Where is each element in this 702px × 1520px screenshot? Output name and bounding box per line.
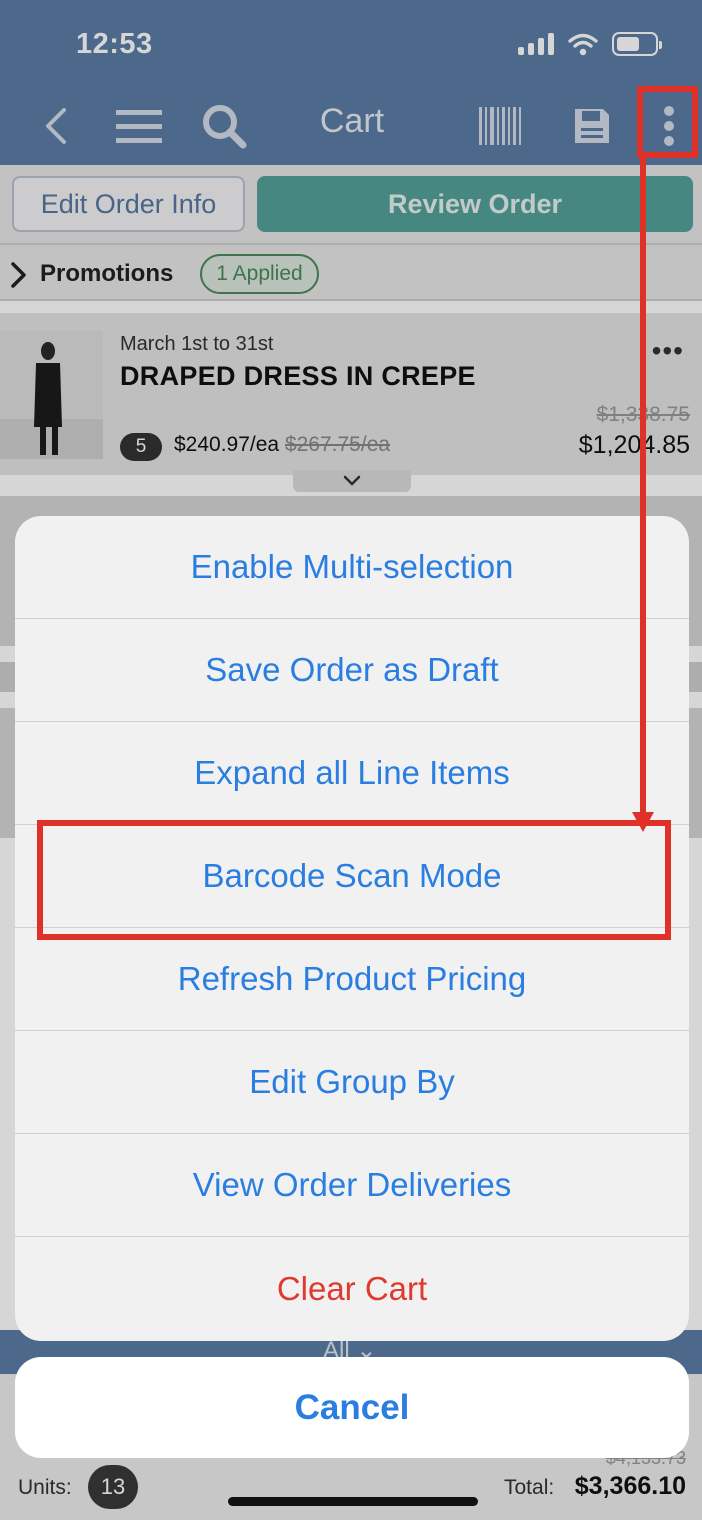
home-indicator [228, 1497, 478, 1506]
highlight-barcode-scan-mode [37, 820, 671, 940]
enable-multi-selection-option[interactable]: Enable Multi-selection [15, 516, 689, 619]
expand-all-line-items-option[interactable]: Expand all Line Items [15, 722, 689, 825]
clear-cart-option[interactable]: Clear Cart [15, 1237, 689, 1341]
cancel-button[interactable]: Cancel [15, 1357, 689, 1458]
view-order-deliveries-option[interactable]: View Order Deliveries [15, 1134, 689, 1237]
save-order-as-draft-option[interactable]: Save Order as Draft [15, 619, 689, 722]
highlight-more-options [637, 86, 698, 158]
annotation-arrow-line [640, 156, 646, 816]
edit-group-by-option[interactable]: Edit Group By [15, 1031, 689, 1134]
refresh-product-pricing-option[interactable]: Refresh Product Pricing [15, 928, 689, 1031]
